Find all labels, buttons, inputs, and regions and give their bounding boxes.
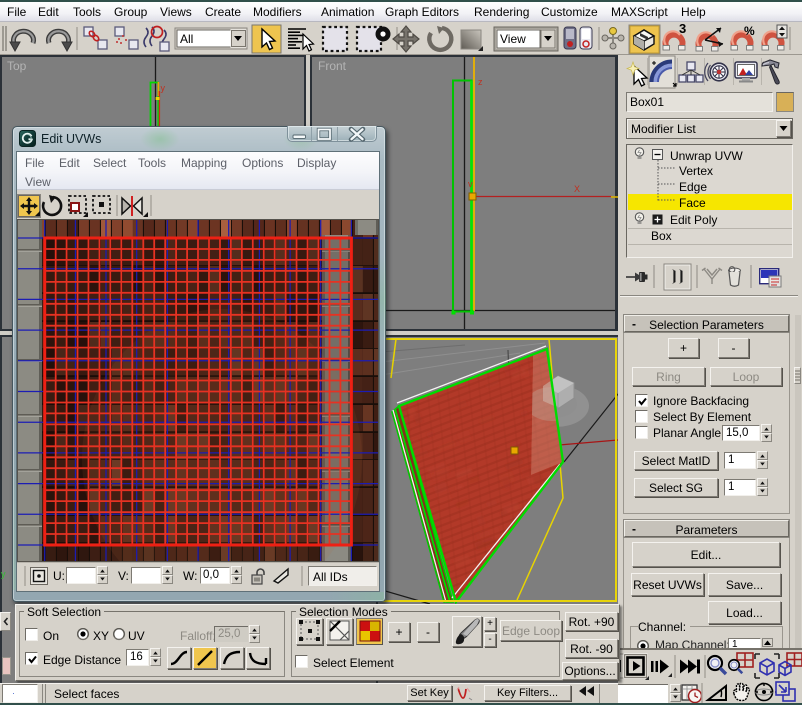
svg-text:y: y xyxy=(161,83,166,93)
svg-text:View: View xyxy=(500,32,526,46)
svg-text:y: y xyxy=(1,569,6,579)
svg-text:Top: Top xyxy=(7,59,27,73)
svg-text:%: % xyxy=(744,24,755,38)
svg-text:All: All xyxy=(180,32,193,46)
svg-text:v: v xyxy=(468,179,473,189)
svg-text:Front: Front xyxy=(318,59,347,73)
svg-text:z: z xyxy=(478,77,483,87)
svg-text:3: 3 xyxy=(679,22,686,36)
svg-text:X: X xyxy=(574,184,580,194)
